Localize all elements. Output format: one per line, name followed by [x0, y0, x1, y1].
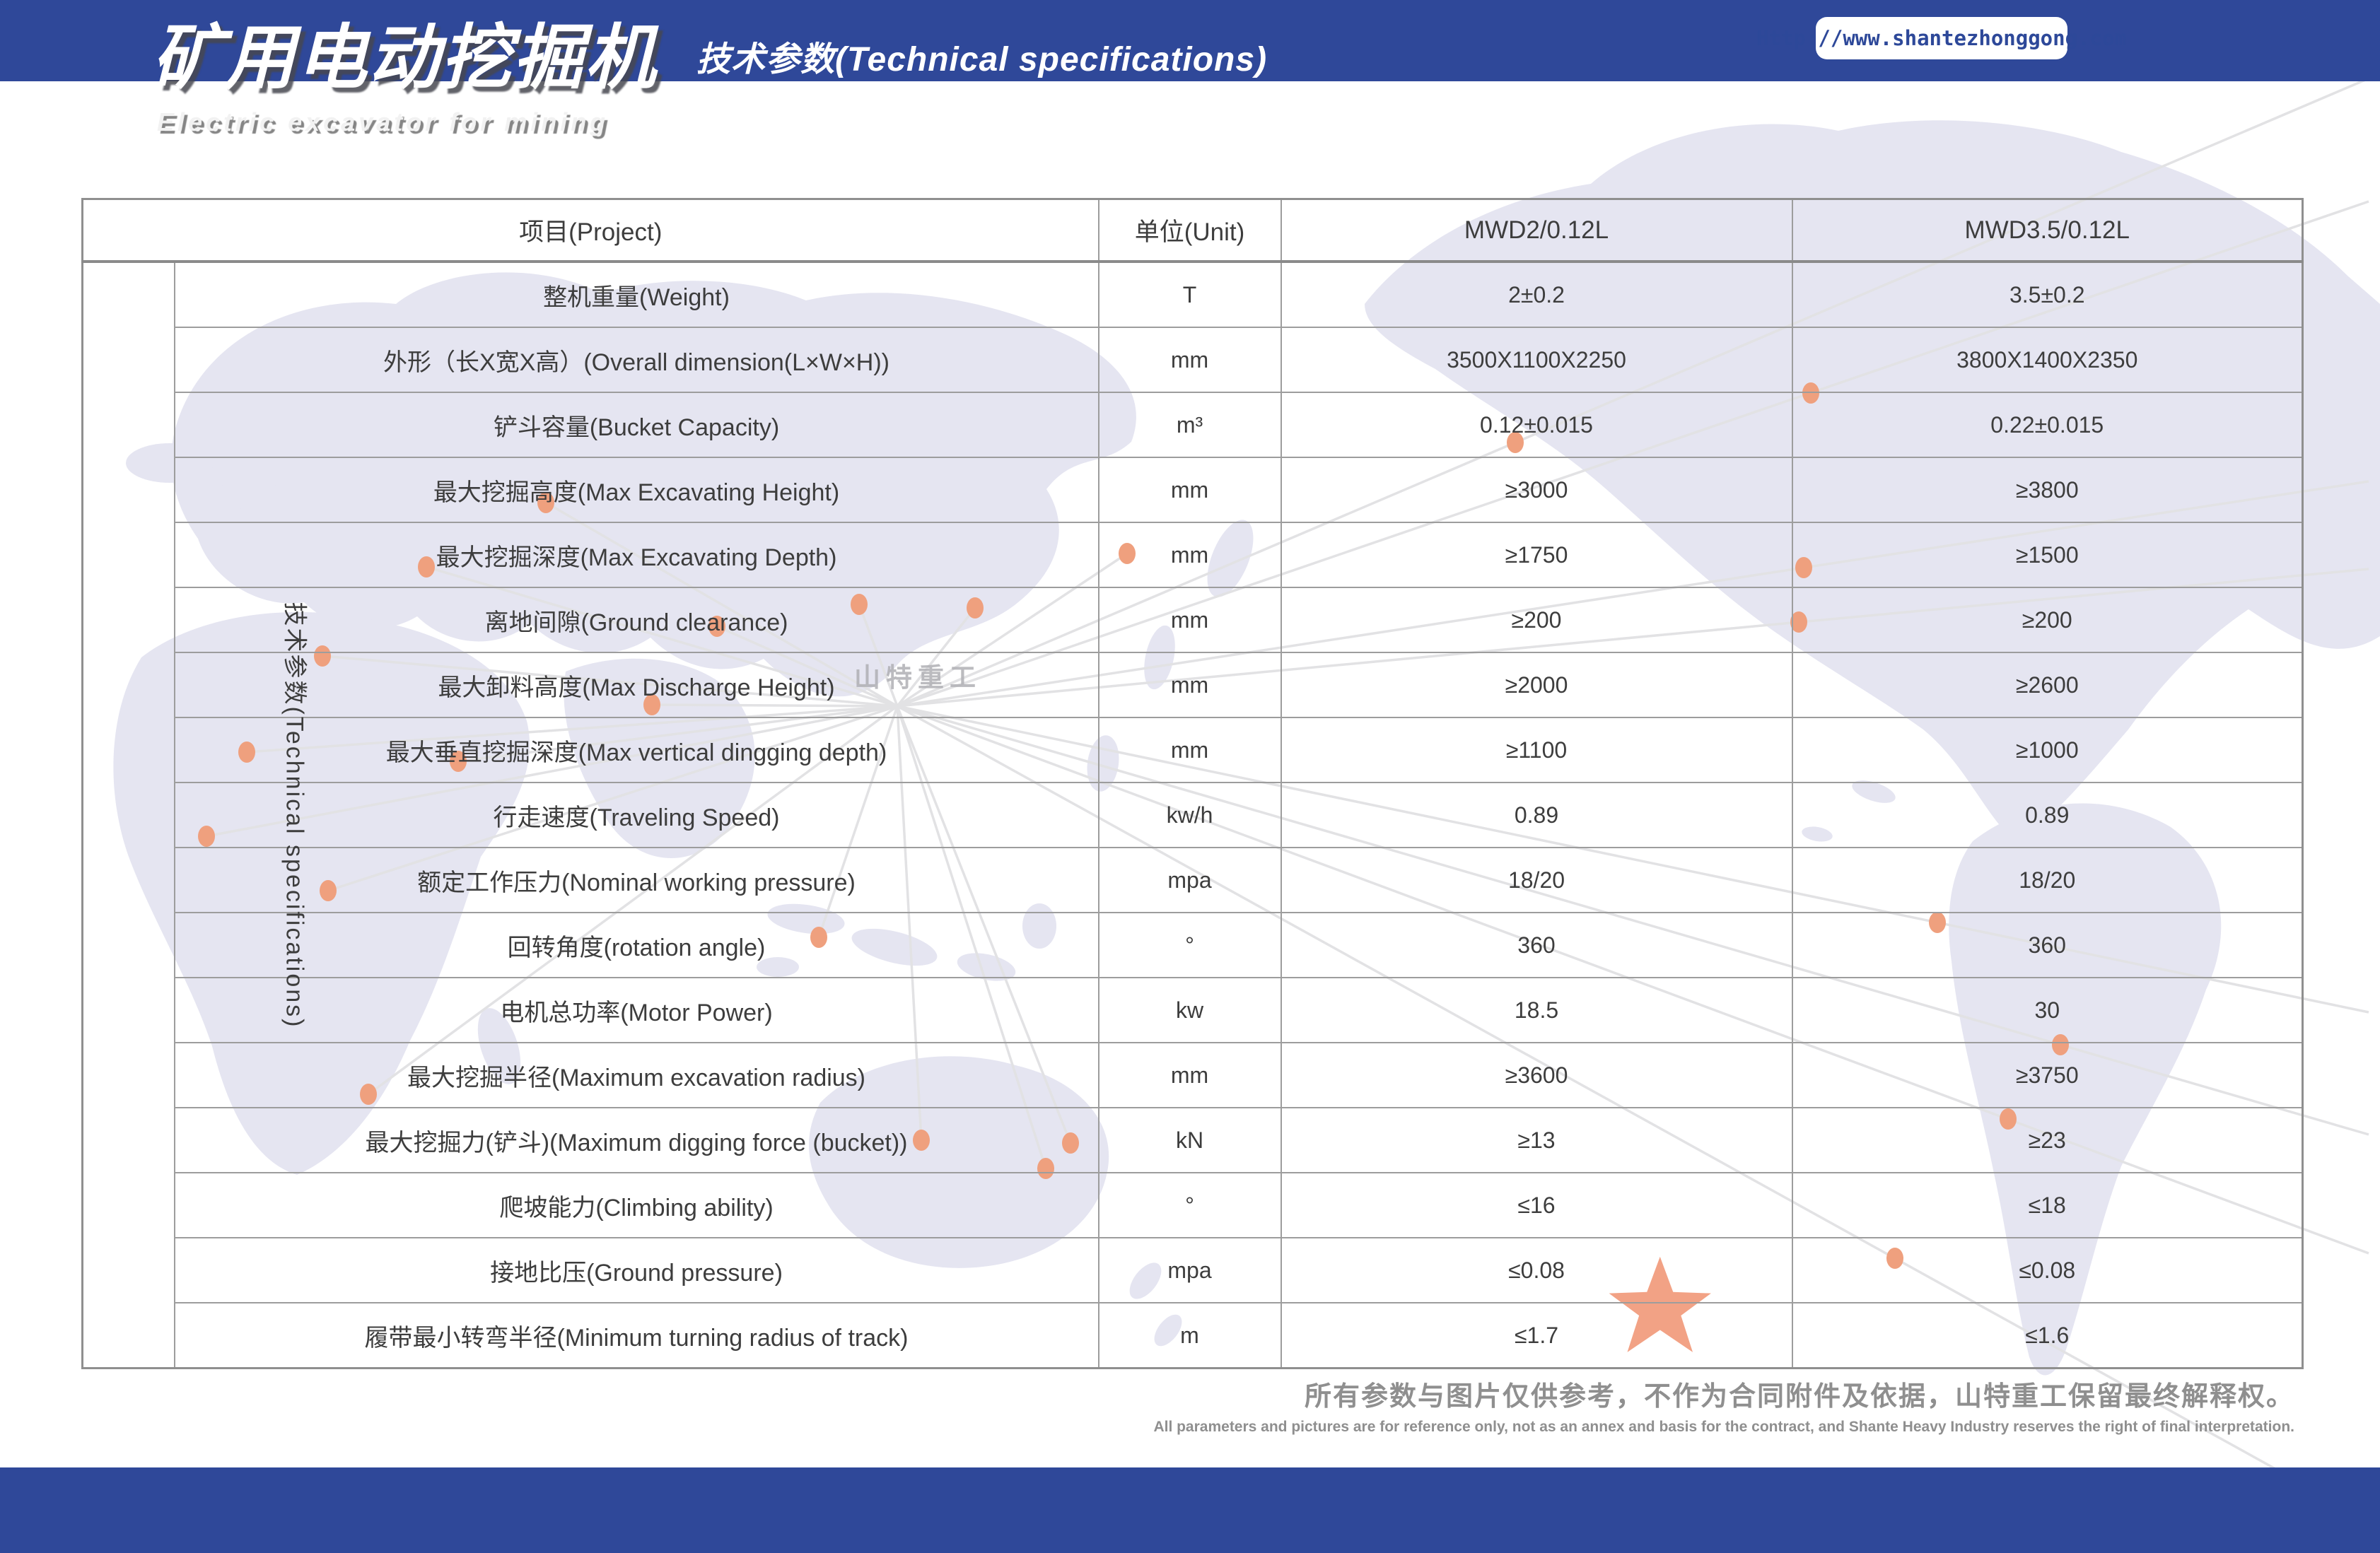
value-cell-mwd35: ≤1.6 — [1791, 1302, 2304, 1369]
logo-english: Electric excavator for mining — [157, 107, 609, 136]
table-header-row: 项目(Project) 单位(Unit) MWD2/0.12L MWD3.5/0… — [81, 198, 2304, 263]
unit-cell: m — [1097, 1302, 1282, 1369]
value-cell-mwd35: 3800X1400X2350 — [1791, 327, 2304, 393]
unit-cell: kN — [1097, 1107, 1282, 1173]
value-cell-mwd2: ≥1750 — [1280, 522, 1793, 588]
project-cell: 爬坡能力(Climbing ability) — [173, 1172, 1099, 1238]
side-label-cell: 技术参数(Technical specifications) — [81, 261, 308, 1369]
page-title: 技术参数(Technical specifications) — [696, 41, 1268, 78]
table-row: 行走速度(Traveling Speed) kw/h 0.89 0.89 — [83, 782, 2304, 848]
col-header-model-mwd2: MWD2/0.12L — [1280, 198, 1793, 263]
value-cell-mwd2: ≤0.08 — [1280, 1237, 1793, 1303]
spec-sheet-page: 山特重工 矿用电动挖掘机 Electric excavator for mini… — [0, 0, 2380, 1553]
unit-cell: mm — [1097, 457, 1282, 523]
unit-cell: mpa — [1097, 847, 1282, 913]
col-header-model-mwd35: MWD3.5/0.12L — [1791, 198, 2304, 263]
table-row: 最大挖掘半径(Maximum excavation radius) mm ≥36… — [83, 1042, 2304, 1108]
col-header-unit: 单位(Unit) — [1097, 198, 1282, 263]
project-cell: 接地比压(Ground pressure) — [173, 1237, 1099, 1303]
table-row: 履带最小转弯半径(Minimum turning radius of track… — [83, 1302, 2304, 1369]
value-cell-mwd35: ≥23 — [1791, 1107, 2304, 1173]
unit-cell: mm — [1097, 717, 1282, 783]
value-cell-mwd35: 18/20 — [1791, 847, 2304, 913]
disclaimer-english: All parameters and pictures are for refe… — [1153, 1419, 2294, 1435]
table-row: 电机总功率(Motor Power) kw 18.5 30 — [83, 977, 2304, 1043]
footer-disclaimer: 所有参数与图片仅供参考，不作为合同附件及依据，山特重工保留最终解释权。 All … — [1153, 1374, 2294, 1436]
project-cell: 铲斗容量(Bucket Capacity) — [173, 392, 1099, 458]
value-cell-mwd2: ≥3000 — [1280, 457, 1793, 523]
table-row: 最大挖掘深度(Max Excavating Depth) mm ≥1750 ≥1… — [83, 522, 2304, 588]
table-row: 最大挖掘高度(Max Excavating Height) mm ≥3000 ≥… — [83, 457, 2304, 523]
value-cell-mwd2: 3500X1100X2250 — [1280, 327, 1793, 393]
value-cell-mwd35: 0.89 — [1791, 782, 2304, 848]
value-cell-mwd35: ≥200 — [1791, 587, 2304, 653]
value-cell-mwd2: ≥200 — [1280, 587, 1793, 653]
value-cell-mwd2: ≥2000 — [1280, 652, 1793, 718]
bottom-bar — [0, 1467, 2380, 1553]
value-cell-mwd2: ≤16 — [1280, 1172, 1793, 1238]
value-cell-mwd2: 360 — [1280, 912, 1793, 978]
table-row: 最大垂直挖掘深度(Max vertical dingging depth) mm… — [83, 717, 2304, 783]
unit-cell: mpa — [1097, 1237, 1282, 1303]
value-cell-mwd2: 2±0.2 — [1280, 261, 1793, 328]
value-cell-mwd35: ≥1500 — [1791, 522, 2304, 588]
disclaimer-chinese: 所有参数与图片仅供参考，不作为合同附件及依据，山特重工保留最终解释权。 — [1304, 1382, 2294, 1412]
value-cell-mwd2: 18.5 — [1280, 977, 1793, 1043]
unit-cell: T — [1097, 261, 1282, 328]
value-cell-mwd35: ≥3800 — [1791, 457, 2304, 523]
project-cell: 最大挖掘力(铲斗)(Maximum digging force (bucket)… — [173, 1107, 1099, 1173]
unit-cell: ° — [1097, 1172, 1282, 1238]
value-cell-mwd2: 0.12±0.015 — [1280, 392, 1793, 458]
unit-cell: kw — [1097, 977, 1282, 1043]
value-cell-mwd35: 360 — [1791, 912, 2304, 978]
website-url-badge: Http://www.shantezhonggong.com — [1756, 17, 2127, 59]
unit-cell: mm — [1097, 522, 1282, 588]
value-cell-mwd2: ≥3600 — [1280, 1042, 1793, 1108]
table-row: 最大卸料高度(Max Discharge Height) mm ≥2000 ≥2… — [83, 652, 2304, 718]
table-row: 技术参数(Technical specifications) 整机重量(Weig… — [81, 261, 2304, 1369]
unit-cell: kw/h — [1097, 782, 1282, 848]
unit-cell: m³ — [1097, 392, 1282, 458]
unit-cell: mm — [1097, 652, 1282, 718]
table-row: 铲斗容量(Bucket Capacity) m³ 0.12±0.015 0.22… — [83, 392, 2304, 458]
table-row: 最大挖掘力(铲斗)(Maximum digging force (bucket)… — [83, 1107, 2304, 1173]
value-cell-mwd35: ≥2600 — [1791, 652, 2304, 718]
project-cell: 最大挖掘深度(Max Excavating Depth) — [173, 522, 1099, 588]
value-cell-mwd35: 3.5±0.2 — [1791, 261, 2304, 328]
project-cell: 履带最小转弯半径(Minimum turning radius of track… — [173, 1302, 1099, 1369]
value-cell-mwd35: 30 — [1791, 977, 2304, 1043]
table-row: 接地比压(Ground pressure) mpa ≤0.08 ≤0.08 — [83, 1237, 2304, 1303]
project-cell: 最大挖掘半径(Maximum excavation radius) — [173, 1042, 1099, 1108]
value-cell-mwd35: 0.22±0.015 — [1791, 392, 2304, 458]
col-header-project: 项目(Project) — [81, 198, 1099, 263]
value-cell-mwd2: 18/20 — [1280, 847, 1793, 913]
unit-cell: ° — [1097, 912, 1282, 978]
table-row: 额定工作压力(Nominal working pressure) mpa 18/… — [83, 847, 2304, 913]
unit-cell: mm — [1097, 1042, 1282, 1108]
value-cell-mwd2: ≤1.7 — [1280, 1302, 1793, 1369]
table-row: 回转角度(rotation angle) ° 360 360 — [83, 912, 2304, 978]
table-row: 离地间隙(Ground clearance) mm ≥200 ≥200 — [83, 587, 2304, 653]
logo-chinese: 矿用电动挖掘机 — [152, 18, 657, 98]
value-cell-mwd2: 0.89 — [1280, 782, 1793, 848]
unit-cell: mm — [1097, 587, 1282, 653]
side-label: 技术参数(Technical specifications) — [281, 602, 308, 1029]
unit-cell: mm — [1097, 327, 1282, 393]
spec-table: 项目(Project) 单位(Unit) MWD2/0.12L MWD3.5/0… — [81, 198, 2304, 1369]
value-cell-mwd35: ≤0.08 — [1791, 1237, 2304, 1303]
table-row: 爬坡能力(Climbing ability) ° ≤16 ≤18 — [83, 1172, 2304, 1238]
value-cell-mwd35: ≥1000 — [1791, 717, 2304, 783]
table-row: 外形（长X宽X高）(Overall dimension(L×W×H)) mm 3… — [83, 327, 2304, 393]
value-cell-mwd2: ≥1100 — [1280, 717, 1793, 783]
project-cell: 最大挖掘高度(Max Excavating Height) — [173, 457, 1099, 523]
value-cell-mwd35: ≤18 — [1791, 1172, 2304, 1238]
project-cell: 整机重量(Weight) — [173, 261, 1099, 328]
project-cell: 外形（长X宽X高）(Overall dimension(L×W×H)) — [173, 327, 1099, 393]
value-cell-mwd35: ≥3750 — [1791, 1042, 2304, 1108]
value-cell-mwd2: ≥13 — [1280, 1107, 1793, 1173]
website-url: Http://www.shantezhonggong.com — [1756, 26, 2127, 50]
